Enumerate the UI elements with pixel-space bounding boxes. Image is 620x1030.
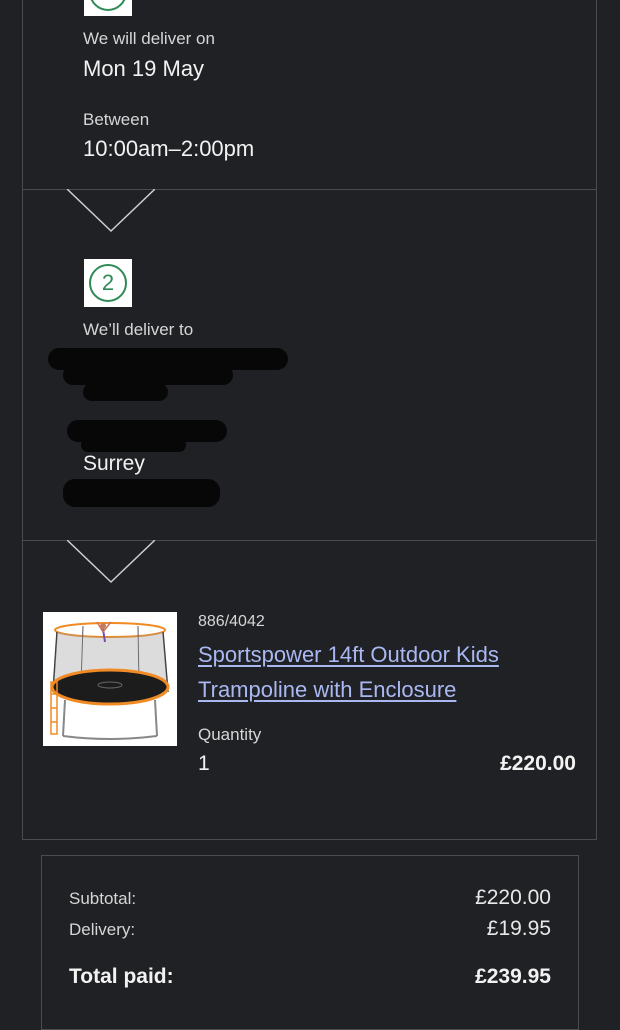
product-name-link[interactable]: Sportspower 14ft Outdoor Kids Trampoline… — [198, 637, 558, 707]
delivery-date-section: We will deliver on Mon 19 May Between 10… — [22, 0, 597, 190]
delivery-address-section: 2 We’ll deliver to Surrey — [22, 189, 597, 541]
delivery-label: Delivery: — [69, 920, 136, 939]
product-image[interactable] — [43, 612, 177, 746]
between-label: Between — [83, 110, 150, 129]
total-paid-label: Total paid: — [69, 965, 174, 988]
total-paid-value: £239.95 — [475, 965, 551, 988]
product-code: 886/4042 — [198, 613, 265, 630]
step-1-badge — [84, 0, 132, 16]
quantity-label: Quantity — [198, 725, 262, 744]
redacted-address-line — [81, 438, 186, 452]
order-summary: Subtotal: £220.00 Delivery: £19.95 Total… — [41, 855, 579, 1030]
delivery-time: 10:00am–2:00pm — [83, 136, 255, 161]
trampoline-illustration — [50, 621, 170, 740]
order-item-section: 886/4042 Sportspower 14ft Outdoor Kids T… — [22, 540, 597, 840]
deliver-to-label: We’ll deliver to — [83, 320, 194, 339]
item-price: £220.00 — [500, 752, 576, 775]
redacted-address-line — [63, 365, 233, 385]
step-2-badge: 2 — [84, 259, 132, 307]
step-number: 2 — [89, 264, 127, 302]
deliver-on-label: We will deliver on — [83, 29, 215, 48]
product-name-line-2[interactable]: Trampoline with Enclosure — [198, 672, 558, 707]
delivery-value: £19.95 — [486, 917, 551, 940]
redacted-postcode — [63, 479, 220, 507]
chevron-down-icon — [67, 540, 155, 584]
step-circle — [89, 0, 127, 11]
quantity-value: 1 — [198, 752, 210, 775]
redacted-address-line — [83, 383, 168, 401]
subtotal-label: Subtotal: — [69, 889, 137, 908]
delivery-date: Mon 19 May — [83, 56, 205, 81]
chevron-down-icon — [67, 189, 155, 233]
subtotal-value: £220.00 — [475, 886, 551, 909]
address-county: Surrey — [83, 452, 145, 475]
product-name-line-1[interactable]: Sportspower 14ft Outdoor Kids — [198, 637, 558, 672]
